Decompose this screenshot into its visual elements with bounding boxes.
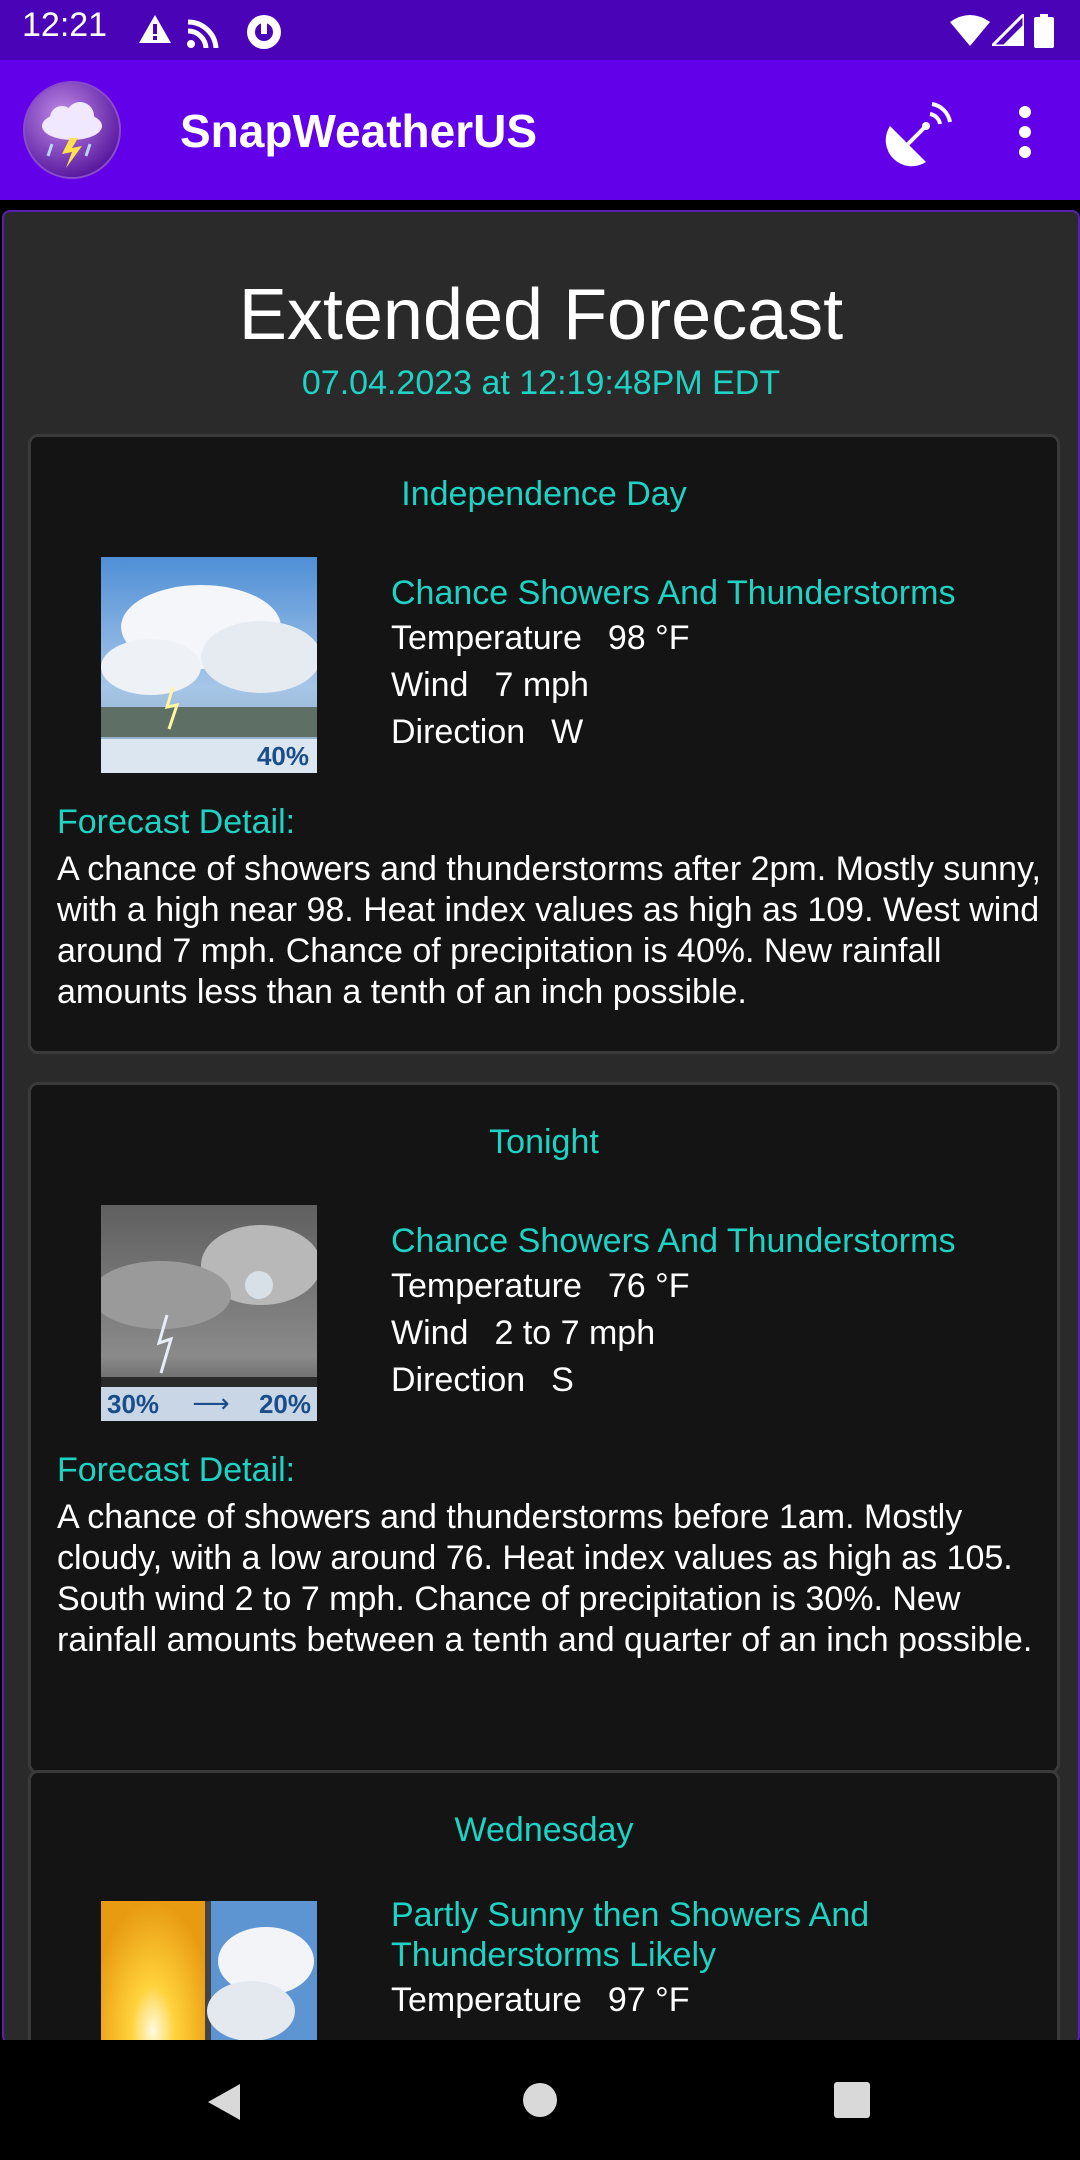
direction-label: Direction <box>391 713 526 751</box>
vpn-icon <box>247 15 281 49</box>
wind-row: Wind 7 mph <box>391 666 589 705</box>
home-icon[interactable] <box>522 2082 558 2118</box>
direction-row: Direction S <box>391 1361 574 1400</box>
radar-dish-icon[interactable] <box>884 96 956 168</box>
temperature-value: 97 °F <box>607 1981 690 2019</box>
wind-row: Wind 2 to 7 mph <box>391 1314 655 1353</box>
status-bar: 12:21 <box>0 0 1080 60</box>
precip-chance-caption-start: 30% <box>107 1389 159 1419</box>
wind-value: 7 mph <box>494 666 589 704</box>
storm-cloud-logo-icon <box>23 81 121 179</box>
forecast-card[interactable]: Wednesday Partly Sunny then Showers And … <box>28 1770 1060 2042</box>
signal-icon <box>992 14 1024 46</box>
temperature-row: Temperature 76 °F <box>391 1267 690 1306</box>
arrow-right-icon: ⟶ <box>192 1389 229 1419</box>
forecast-content[interactable]: Extended Forecast 07.04.2023 at 12:19:48… <box>2 210 1080 2044</box>
precip-chance-caption: 40% <box>257 741 309 771</box>
temperature-label: Temperature <box>391 619 582 657</box>
more-vert-icon[interactable] <box>1000 100 1050 164</box>
short-forecast: Chance Showers And Thunderstorms <box>391 574 956 612</box>
forecast-detail-label: Forecast Detail: <box>57 803 296 841</box>
wind-label: Wind <box>391 666 469 704</box>
temperature-value: 98 °F <box>607 619 690 657</box>
forecast-period: Wednesday <box>454 1811 634 1849</box>
short-forecast: Chance Showers And Thunderstorms <box>391 1222 956 1260</box>
app-title: SnapWeatherUS <box>180 105 538 157</box>
forecast-thumbnail <box>101 1901 317 2042</box>
direction-value: S <box>551 1361 574 1399</box>
back-icon[interactable] <box>204 2082 244 2122</box>
system-nav-bar <box>0 2040 1080 2160</box>
forecast-card[interactable]: Independence Day 40% Chance Showers And … <box>28 434 1060 1054</box>
page-title: Extended Forecast <box>238 275 844 355</box>
temperature-row: Temperature 97 °F <box>391 1981 690 2020</box>
forecast-detail-label: Forecast Detail: <box>57 1451 296 1489</box>
forecast-thumbnail: 30% ⟶ 20% <box>101 1205 317 1421</box>
app-bar: SnapWeatherUS <box>0 60 1080 200</box>
short-forecast: Partly Sunny then Showers And Thundersto… <box>391 1896 870 1974</box>
cast-icon <box>187 19 219 48</box>
wind-value: 2 to 7 mph <box>494 1314 656 1352</box>
forecast-period: Tonight <box>489 1123 599 1161</box>
wind-label: Wind <box>391 1314 469 1352</box>
forecast-timestamp: 07.04.2023 at 12:19:48PM EDT <box>301 364 781 402</box>
precip-chance-caption-end: 20% <box>259 1389 311 1419</box>
recents-icon[interactable] <box>834 2082 870 2118</box>
temperature-row: Temperature 98 °F <box>391 619 690 658</box>
forecast-period: Independence Day <box>401 475 687 513</box>
direction-value: W <box>551 713 584 751</box>
temperature-label: Temperature <box>391 1981 582 2019</box>
battery-icon <box>1034 14 1054 48</box>
status-time: 12:21 <box>22 6 108 44</box>
alert-icon <box>139 15 171 43</box>
temperature-label: Temperature <box>391 1267 582 1305</box>
forecast-card[interactable]: Tonight 30% ⟶ 20% Chance Showers And Thu… <box>28 1082 1060 1774</box>
direction-row: Direction W <box>391 713 583 752</box>
forecast-thumbnail: 40% <box>101 557 317 773</box>
temperature-value: 76 °F <box>607 1267 690 1305</box>
forecast-detail-text: A chance of showers and thunderstorms af… <box>57 850 1041 1011</box>
wifi-icon <box>950 15 990 46</box>
forecast-detail-text: A chance of showers and thunderstorms be… <box>57 1498 1033 1659</box>
direction-label: Direction <box>391 1361 526 1399</box>
